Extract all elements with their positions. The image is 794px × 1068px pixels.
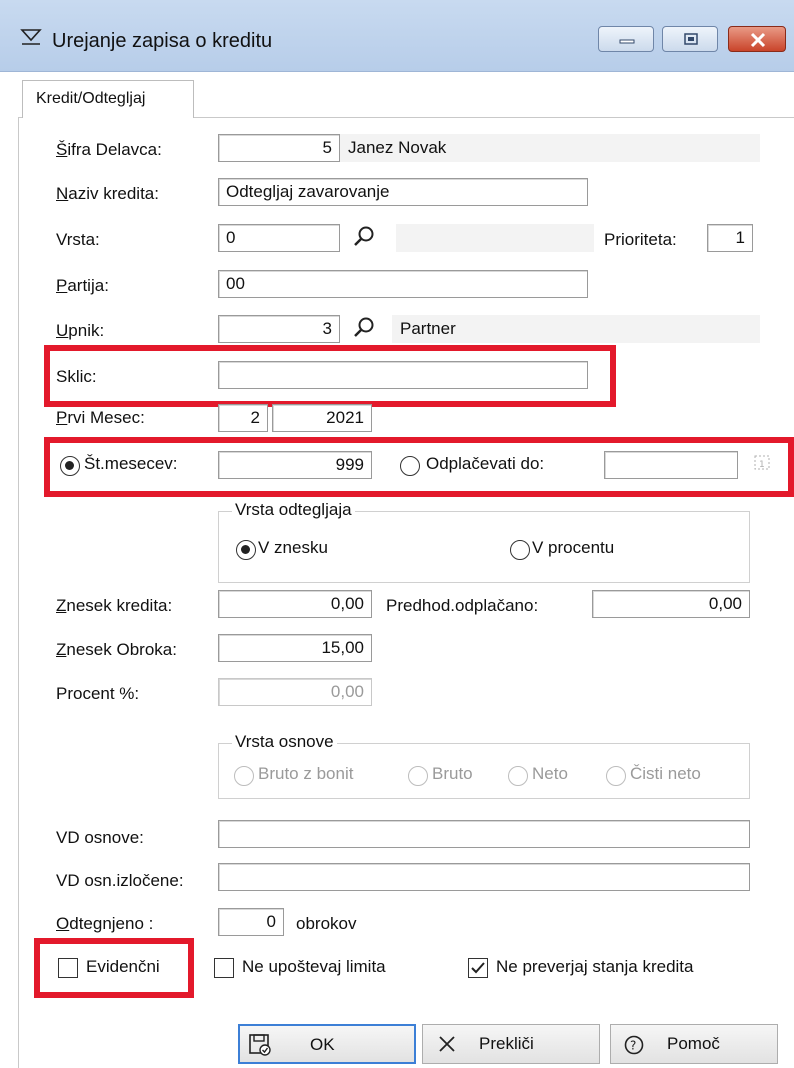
v-procentu-label: V procentu [532,538,615,557]
prvi-mesec-year-input[interactable]: 2021 [272,404,372,432]
vd-osnove-input[interactable] [218,820,750,848]
close-icon [750,32,766,48]
v-znesku-radio[interactable] [236,540,256,560]
upnik-label: Upnik: [56,321,105,340]
odplacevati-do-input[interactable] [604,451,738,479]
partija-label: Partija: [56,276,109,295]
minimize-icon [619,39,635,44]
procent-input[interactable]: 0,00 [218,678,372,706]
filter-icon [20,29,42,45]
odtegnjeno-label: Odtegnjeno : [56,914,154,933]
vd-osn-izlocene-input[interactable] [218,863,750,891]
prioriteta-input[interactable]: 1 [707,224,753,252]
evidencni-label: Evidenčni [86,957,160,976]
prvi-mesec-label: Prvi Mesec: [56,408,145,427]
save-icon [249,1034,271,1056]
calendar-icon[interactable]: 1 [752,452,772,472]
neto-radio[interactable] [508,766,528,786]
ok-label: OK [310,1035,335,1054]
delavec-name: Janez Novak [340,134,760,162]
cisti-neto-label: Čisti neto [630,764,701,783]
preklici-label: Prekliči [479,1034,534,1053]
window-title: Urejanje zapisa o kreditu [52,30,273,52]
tab-label: Kredit/Odtegljaj [36,90,146,107]
znesek-kredita-label: Znesek kredita: [56,596,173,615]
ne-upostevaj-limita-checkbox[interactable] [214,958,234,978]
prvi-mesec-month-input[interactable]: 2 [218,404,268,432]
prioriteta-label: Prioriteta: [604,230,677,249]
minimize-button[interactable] [598,26,654,52]
vrsta-odtegljaja-legend: Vrsta odtegljaja [232,500,355,520]
neto-label: Neto [532,764,568,783]
bruto-radio[interactable] [408,766,428,786]
vrsta-input[interactable]: 0 [218,224,340,252]
bruto-z-bonit-label: Bruto z bonit [258,764,354,783]
sklic-input[interactable] [218,361,588,389]
obrokov-label: obrokov [296,914,357,933]
vrsta-osnove-legend: Vrsta osnove [232,732,337,752]
cancel-icon [439,1036,455,1052]
procent-label: Procent %: [56,684,140,703]
odplacevati-do-radio[interactable] [400,456,420,476]
predhod-odplacano-input[interactable]: 0,00 [592,590,750,618]
ok-button[interactable]: OK [238,1024,416,1064]
odplacevati-do-label: Odplačevati do: [426,454,545,473]
sifra-delavca-input[interactable]: 5 [218,134,340,162]
partija-input[interactable]: 00 [218,270,588,298]
bruto-label: Bruto [432,764,473,783]
vd-osn-izlocene-label: VD osn.izločene: [56,871,184,890]
znesek-kredita-input[interactable]: 0,00 [218,590,372,618]
upnik-name: Partner [392,315,760,343]
vrsta-name [396,224,594,252]
ne-preverjaj-checkbox[interactable] [468,958,488,978]
v-procentu-radio[interactable] [510,540,530,560]
znesek-obroka-label: Znesek Obroka: [56,640,177,659]
st-mesecev-label: Št.mesecev: [84,454,178,473]
pomoc-label: Pomoč [667,1034,720,1053]
cisti-neto-radio[interactable] [606,766,626,786]
znesek-obroka-input[interactable]: 15,00 [218,634,372,662]
close-button[interactable] [728,26,786,52]
vd-osnove-label: VD osnove: [56,828,144,847]
sifra-delavca-label: Šifra Delavca: [56,140,162,159]
sklic-label: Sklic: [56,367,97,386]
search-icon[interactable] [352,225,376,249]
bruto-z-bonit-radio[interactable] [234,766,254,786]
maximize-button[interactable] [662,26,718,52]
predhod-odplacano-label: Predhod.odplačano: [386,596,539,615]
pomoc-button[interactable]: ? Pomoč [610,1024,778,1064]
ne-preverjaj-label: Ne preverjaj stanja kredita [496,957,694,976]
naziv-kredita-input[interactable]: Odtegljaj zavarovanje [218,178,588,206]
restore-icon [684,33,698,45]
svg-text:?: ? [630,1039,636,1053]
st-mesecev-radio[interactable] [60,456,80,476]
st-mesecev-input[interactable]: 999 [218,451,372,479]
v-znesku-label: V znesku [258,538,328,557]
evidencni-checkbox[interactable] [58,958,78,978]
naziv-kredita-label: Naziv kredita: [56,184,159,203]
preklici-button[interactable]: Prekliči [422,1024,600,1064]
search-icon[interactable] [352,316,376,340]
vrsta-label: Vrsta: [56,230,100,249]
help-icon: ? [624,1035,644,1055]
odtegnjeno-input[interactable]: 0 [218,908,284,936]
check-icon [471,962,485,974]
ne-upostevaj-limita-label: Ne upoštevaj limita [242,957,386,976]
svg-text:1: 1 [759,460,765,470]
upnik-input[interactable]: 3 [218,315,340,343]
